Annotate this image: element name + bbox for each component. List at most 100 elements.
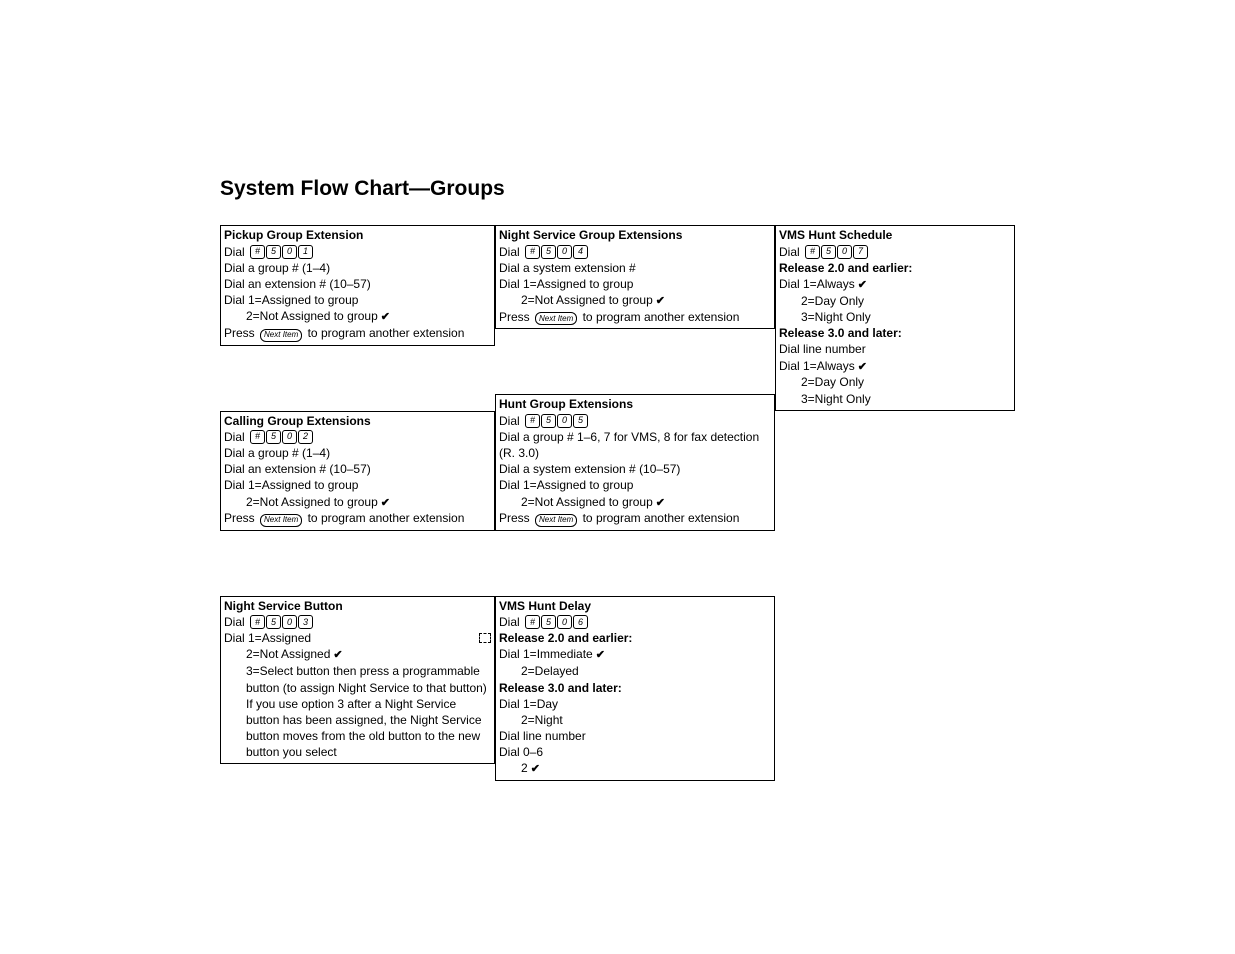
text-line: 2=Night [499, 712, 771, 728]
dial-code: Dial # 5 0 1 [224, 244, 491, 260]
box-title: Calling Group Extensions [224, 413, 491, 429]
check-icon [378, 495, 390, 509]
check-icon [855, 277, 867, 291]
box-vms-hunt-schedule: VMS Hunt Schedule Dial # 5 0 7 Release 2… [775, 225, 1015, 410]
text-line: Dial 1=Immediate [499, 646, 771, 663]
box-title: Night Service Button [224, 598, 491, 614]
text-line: Dial an extension # (10–57) [224, 276, 491, 292]
box-vms-hunt-delay: VMS Hunt Delay Dial # 5 0 6 Release 2.0 … [495, 596, 775, 781]
key-7-icon: 7 [853, 245, 868, 259]
text-line: 2=Not Assigned to group [499, 292, 771, 309]
key-hash-icon: # [525, 245, 540, 259]
key-2-icon: 2 [298, 430, 313, 444]
check-icon [528, 761, 540, 775]
dial-code: Dial # 5 0 5 [499, 413, 771, 429]
key-3-icon: 3 [298, 615, 313, 629]
key-hash-icon: # [250, 245, 265, 259]
dial-code: Dial # 5 0 2 [224, 429, 491, 445]
next-item-icon: Next Item [535, 514, 577, 527]
text-line: 2=Day Only [779, 374, 1011, 390]
text-line: Dial 1=Assigned to group [224, 292, 491, 308]
columns: Pickup Group Extension Dial # 5 0 1 Dial… [220, 225, 1235, 811]
check-icon [330, 647, 342, 661]
dial-code: Dial # 5 0 3 [224, 614, 491, 630]
text-line: Dial 1=Assigned to group [224, 477, 491, 493]
text-line: Dial 1=Assigned to group [499, 276, 771, 292]
text-line: Dial line number [499, 728, 771, 744]
box-title: VMS Hunt Delay [499, 598, 771, 614]
text-line: Dial a group # (1–4) [224, 445, 491, 461]
box-title: Pickup Group Extension [224, 227, 491, 243]
dial-label: Dial [224, 429, 245, 445]
page-title: System Flow Chart—Groups [220, 175, 1235, 203]
text-line: Dial an extension # (10–57) [224, 461, 491, 477]
dial-label: Dial [224, 244, 245, 260]
key-0-icon: 0 [282, 245, 297, 259]
key-5-icon: 5 [541, 615, 556, 629]
text-line: 2=Not Assigned to group [224, 494, 491, 511]
key-5-icon: 5 [541, 245, 556, 259]
key-4-icon: 4 [573, 245, 588, 259]
column-1: Pickup Group Extension Dial # 5 0 1 Dial… [220, 225, 495, 794]
text-line: Dial 1=Assigned to group [499, 477, 771, 493]
dial-label: Dial [224, 614, 245, 630]
subheading: Release 3.0 and later: [499, 680, 771, 696]
box-title: Night Service Group Extensions [499, 227, 771, 243]
text-line: Dial 1=Always [779, 358, 1011, 375]
column-2: Night Service Group Extensions Dial # 5 … [495, 225, 775, 811]
text-line: 2 [499, 760, 771, 777]
key-5-icon: 5 [821, 245, 836, 259]
key-5-icon: 5 [266, 615, 281, 629]
check-icon [593, 647, 605, 661]
column-3: VMS Hunt Schedule Dial # 5 0 7 Release 2… [775, 225, 1015, 440]
key-5-icon: 5 [266, 245, 281, 259]
key-hash-icon: # [250, 430, 265, 444]
key-6-icon: 6 [573, 615, 588, 629]
text-line: 2=Not Assigned to group [224, 308, 491, 325]
key-0-icon: 0 [837, 245, 852, 259]
dial-label: Dial [499, 244, 520, 260]
dial-code: Dial # 5 0 6 [499, 614, 771, 630]
press-line: Press Next Item to program another exten… [224, 325, 491, 342]
next-item-icon: Next Item [535, 312, 577, 325]
button-slot-icon [479, 633, 491, 643]
text-line: If you use option 3 after a Night Servic… [224, 696, 491, 761]
check-icon [653, 293, 665, 307]
key-0-icon: 0 [282, 615, 297, 629]
box-title: VMS Hunt Schedule [779, 227, 1011, 243]
text-line: 2=Delayed [499, 663, 771, 679]
key-hash-icon: # [525, 615, 540, 629]
text-line: Dial a group # 1–6, 7 for VMS, 8 for fax… [499, 429, 771, 461]
next-item-icon: Next Item [260, 329, 302, 342]
subheading: Release 2.0 and earlier: [779, 260, 1011, 276]
key-0-icon: 0 [557, 615, 572, 629]
text-line: Dial 1=Always [779, 276, 1011, 293]
dial-label: Dial [499, 614, 520, 630]
key-0-icon: 0 [282, 430, 297, 444]
subheading: Release 3.0 and later: [779, 325, 1011, 341]
text-line: 3=Night Only [779, 391, 1011, 407]
check-icon [855, 359, 867, 373]
check-icon [378, 309, 390, 323]
key-1-icon: 1 [298, 245, 313, 259]
text-line: Dial a group # (1–4) [224, 260, 491, 276]
box-hunt-group: Hunt Group Extensions Dial # 5 0 5 Dial … [495, 394, 775, 530]
key-5-icon: 5 [266, 430, 281, 444]
box-night-service-group: Night Service Group Extensions Dial # 5 … [495, 225, 775, 329]
text-line: 2=Not Assigned [224, 646, 491, 663]
key-hash-icon: # [525, 414, 540, 428]
box-pickup-group: Pickup Group Extension Dial # 5 0 1 Dial… [220, 225, 495, 345]
text-line: Dial 1=Assigned [224, 630, 491, 646]
subheading: Release 2.0 and earlier: [499, 630, 771, 646]
key-hash-icon: # [805, 245, 820, 259]
dial-label: Dial [499, 413, 520, 429]
text-line: Dial a system extension # [499, 260, 771, 276]
key-5-icon: 5 [541, 414, 556, 428]
press-line: Press Next Item to program another exten… [499, 510, 771, 527]
key-hash-icon: # [250, 615, 265, 629]
press-line: Press Next Item to program another exten… [499, 309, 771, 326]
text-line: 2=Not Assigned to group [499, 494, 771, 511]
text-line: Dial 1=Day [499, 696, 771, 712]
key-5-icon: 5 [573, 414, 588, 428]
text-line: Dial 0–6 [499, 744, 771, 760]
